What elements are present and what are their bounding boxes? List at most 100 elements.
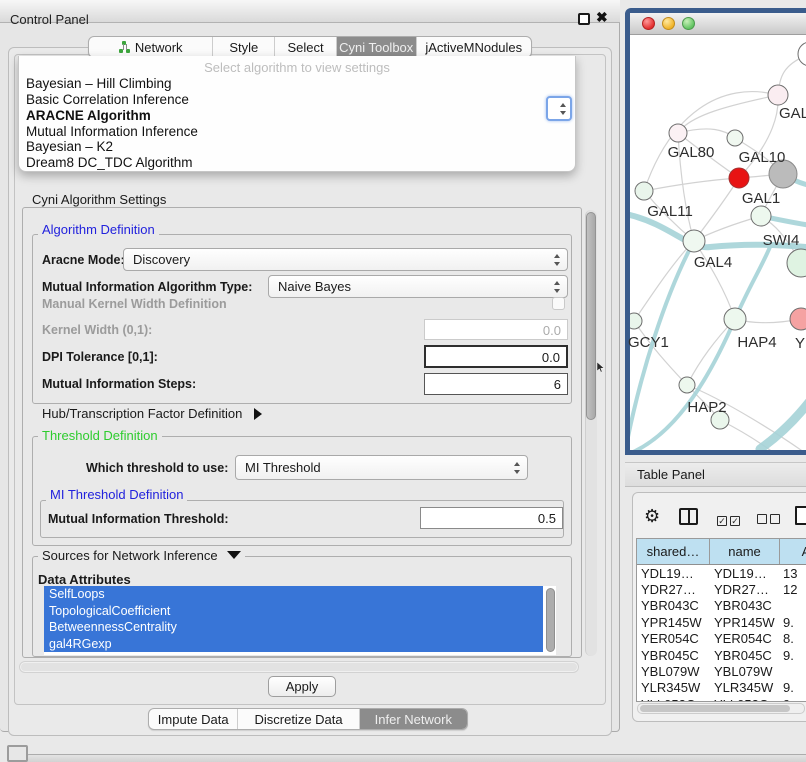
table-row[interactable]: YDL19…YDL19…13 (637, 565, 806, 581)
cell[interactable]: 13 (780, 566, 806, 581)
list-item-selfloops[interactable]: SelfLoops (44, 586, 543, 603)
hub-definition-toggle[interactable]: Hub/Transcription Factor Definition (42, 406, 262, 421)
dropdown-item-aracne[interactable]: ARACNE Algorithm (26, 108, 151, 123)
gear-icon[interactable]: ⚙ (644, 506, 660, 527)
table-row[interactable]: YLR345WYLR345W9. (637, 680, 806, 696)
cell[interactable]: YDR27… (710, 582, 780, 597)
table-row[interactable]: YBR043CYBR043C (637, 598, 806, 614)
table-row[interactable]: YBL079WYBL079W (637, 663, 806, 679)
network-node-gcy1[interactable] (630, 313, 642, 329)
list-item-gal4rgexp[interactable]: gal4RGexp (44, 636, 543, 653)
kernel-width-field[interactable]: 0.0 (424, 319, 568, 340)
tab-impute-data[interactable]: Impute Data (149, 709, 238, 729)
cell[interactable]: YBR043C (637, 598, 710, 613)
mi-type-combo[interactable]: Naive Bayes (268, 275, 568, 298)
manual-kernel-checkbox[interactable] (552, 297, 565, 310)
settings-horizontal-scrollbar[interactable] (19, 661, 579, 673)
table-row[interactable]: YDR27…YDR27…12 (637, 581, 806, 597)
mi-steps-field[interactable]: 6 (424, 373, 568, 395)
cell[interactable]: YER054C (637, 631, 710, 646)
tab-cyni-toolbox[interactable]: Cyni Toolbox (337, 37, 417, 57)
dropdown-item-basic-correlation[interactable]: Basic Correlation Inference (26, 92, 189, 107)
column-header-name[interactable]: name (710, 539, 780, 564)
tab-network[interactable]: Network (89, 37, 213, 57)
cell[interactable]: YBR045C (710, 648, 780, 663)
cell[interactable]: 8. (780, 631, 806, 646)
network-node-cut-top[interactable] (798, 42, 806, 66)
table-row[interactable]: YER054CYER054C8. (637, 631, 806, 647)
network-window-titlebar[interactable] (630, 13, 806, 35)
network-node-gal10[interactable] (727, 130, 743, 146)
float-window-button[interactable] (578, 13, 590, 25)
table-row[interactable]: YLL052CYLL052C9 (637, 696, 806, 702)
cell[interactable]: YBR045C (637, 648, 710, 663)
mi-threshold-field[interactable]: 0.5 (420, 507, 563, 529)
dropdown-item-bayesian-k2[interactable]: Bayesian – K2 (26, 139, 113, 154)
close-window-button[interactable]: ✖ (596, 9, 608, 26)
cell[interactable]: YPR145W (637, 615, 710, 630)
cell[interactable]: 9 (780, 697, 806, 702)
tab-infer-network[interactable]: Infer Network (360, 709, 467, 729)
minimized-panel-icon[interactable] (7, 745, 28, 762)
cell[interactable]: YLL052C (710, 697, 780, 702)
network-node-gal1-red[interactable] (729, 168, 749, 188)
cell[interactable]: YDR27… (637, 582, 710, 597)
zoom-traffic-light[interactable] (682, 17, 695, 30)
cell[interactable]: YPR145W (710, 615, 780, 630)
focused-spinner-field[interactable] (546, 96, 572, 121)
column-header-shared-name[interactable]: shared… (637, 539, 710, 564)
network-node-hap4[interactable] (724, 308, 746, 330)
network-node-hap2[interactable] (679, 377, 695, 393)
settings-horizontal-scrollbar-thumb[interactable] (21, 663, 577, 671)
cell[interactable]: YER054C (710, 631, 780, 646)
dropdown-item-mutual-information[interactable]: Mutual Information Inference (26, 124, 198, 139)
apply-button[interactable]: Apply (268, 676, 336, 697)
cell[interactable]: YBL079W (710, 664, 780, 679)
cell[interactable]: YBR043C (710, 598, 780, 613)
new-table-icon[interactable] (795, 506, 806, 525)
deselect-all-checkboxes-icon[interactable] (757, 511, 783, 529)
minimize-traffic-light[interactable] (662, 17, 675, 30)
cell[interactable]: YLR345W (637, 680, 710, 695)
close-traffic-light[interactable] (642, 17, 655, 30)
cell[interactable]: 9. (780, 648, 806, 663)
select-all-checkboxes-icon[interactable]: ✓✓ (717, 511, 743, 529)
network-node-cut-right[interactable] (787, 249, 806, 277)
cell[interactable]: 9. (780, 680, 806, 695)
dpi-tolerance-field[interactable]: 0.0 (424, 345, 568, 368)
cell[interactable]: YDL19… (637, 566, 710, 581)
settings-vertical-scrollbar-thumb[interactable] (586, 212, 596, 420)
tab-select[interactable]: Select (275, 37, 337, 57)
cell[interactable]: YLL052C (637, 697, 710, 702)
network-node-gal80[interactable] (669, 124, 687, 142)
sources-toggle[interactable]: Sources for Network Inference (38, 548, 245, 563)
cell[interactable]: YBL079W (637, 664, 710, 679)
network-node-gal4[interactable] (683, 230, 705, 252)
cell[interactable]: 12 (780, 582, 806, 597)
list-scrollbar[interactable] (546, 588, 555, 652)
network-node-gal-top[interactable] (768, 85, 788, 105)
which-threshold-combo[interactable]: MI Threshold (235, 455, 528, 480)
node-label-gal11: GAL11 (647, 203, 693, 220)
cell[interactable]: 9. (780, 615, 806, 630)
network-node-swi4[interactable] (751, 206, 771, 226)
cyni-algorithm-settings-title: Cyni Algorithm Settings (28, 192, 170, 207)
table-row[interactable]: YBR045CYBR045C9. (637, 647, 806, 663)
cell[interactable]: YLR345W (710, 680, 780, 695)
tab-discretize-data[interactable]: Discretize Data (238, 709, 359, 729)
list-item-betweennesscentrality[interactable]: BetweennessCentrality (44, 619, 543, 636)
dropdown-item-dream8[interactable]: Dream8 DC_TDC Algorithm (26, 155, 193, 170)
network-node-salmon[interactable] (790, 308, 806, 330)
columns-icon[interactable] (679, 508, 698, 525)
table-row[interactable]: YPR145WYPR145W9. (637, 614, 806, 630)
tab-jactivemnodules[interactable]: jActiveMNodules (417, 37, 531, 57)
cell[interactable]: YDL19… (710, 566, 780, 581)
table-horizontal-scrollbar[interactable] (637, 703, 805, 714)
network-node-gal11[interactable] (635, 182, 653, 200)
column-header-cut[interactable]: A (780, 539, 806, 564)
aracne-mode-combo[interactable]: Discovery (123, 248, 568, 271)
list-item-topologicalcoefficient[interactable]: TopologicalCoefficient (44, 603, 543, 620)
tab-style[interactable]: Style (213, 37, 275, 57)
dropdown-item-bayesian-hill[interactable]: Bayesian – Hill Climbing (26, 76, 172, 91)
table-horizontal-scrollbar-thumb[interactable] (640, 705, 790, 712)
